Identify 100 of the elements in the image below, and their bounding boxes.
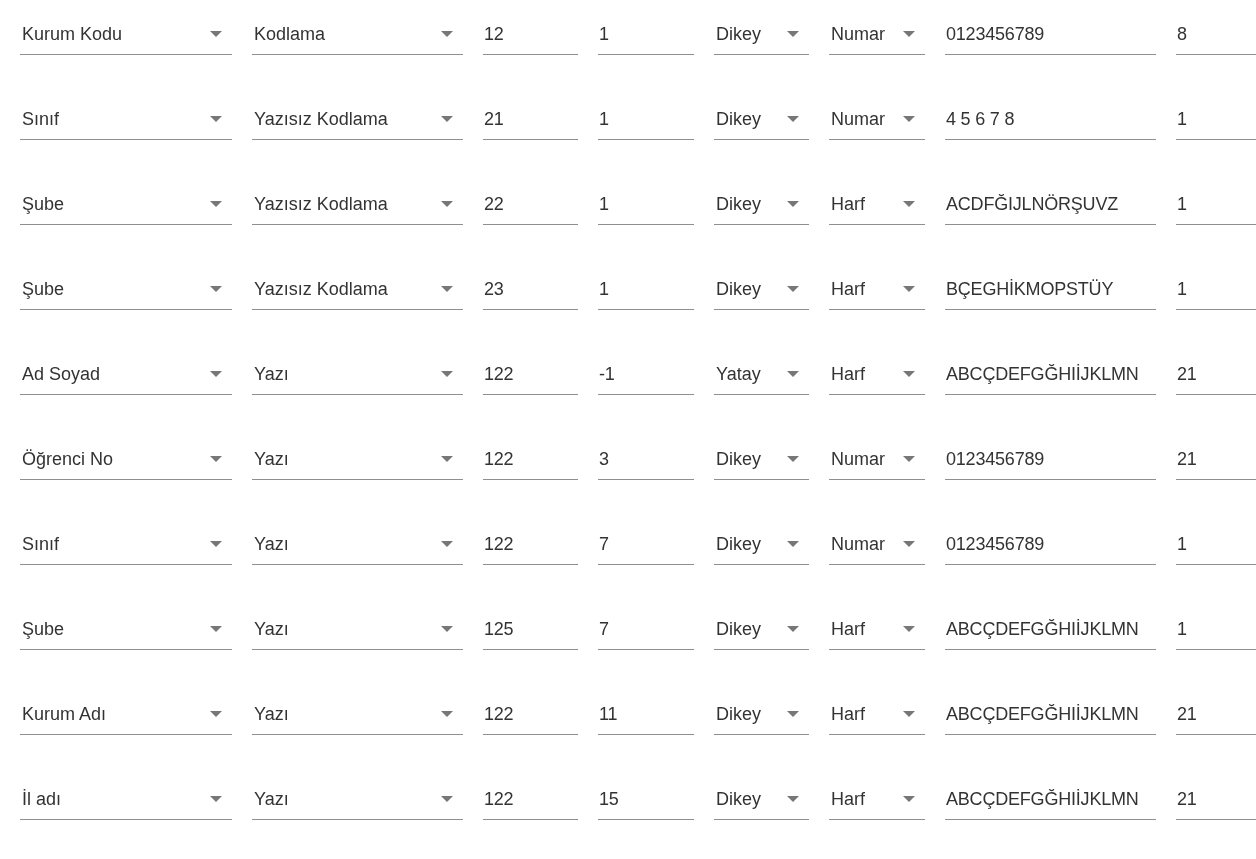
dropdown[interactable]: Kurum Adı (20, 694, 232, 735)
caret-icon (210, 201, 222, 207)
input-field[interactable]: 4 5 6 7 8 (945, 99, 1156, 140)
dropdown[interactable]: Harf (829, 694, 925, 735)
caret-icon (210, 796, 222, 802)
input-field[interactable]: 122 (483, 694, 578, 735)
input-field[interactable]: 122 (483, 439, 578, 480)
caret-icon (441, 626, 453, 632)
input-field[interactable]: ACDFĞIJLNÖRŞUVZ (945, 184, 1156, 225)
caret-icon (210, 286, 222, 292)
dropdown[interactable]: Yatay (714, 354, 809, 395)
caret-icon (903, 116, 915, 122)
dropdown[interactable]: Yazısız Kodlama (252, 184, 463, 225)
dropdown[interactable]: Yazı (252, 439, 463, 480)
dropdown[interactable]: Öğrenci No (20, 439, 232, 480)
input-field[interactable]: 125 (483, 609, 578, 650)
dropdown[interactable]: Harf (829, 184, 925, 225)
input-field[interactable]: 1 (598, 14, 694, 55)
input-field[interactable]: ABCÇDEFGĞHIİJKLMN (945, 694, 1156, 735)
dropdown[interactable]: Yazı (252, 354, 463, 395)
input-field[interactable]: 21 (1176, 439, 1256, 480)
input-field[interactable]: 1 (1176, 99, 1256, 140)
input-field[interactable]: 21 (1176, 354, 1256, 395)
caret-icon (441, 711, 453, 717)
input-field[interactable]: 1 (1176, 609, 1256, 650)
input-field[interactable]: ABCÇDEFGĞHIİJKLMN (945, 779, 1156, 820)
input-field[interactable]: 15 (598, 779, 694, 820)
dropdown[interactable]: Dikey (714, 779, 809, 820)
dropdown[interactable]: Dikey (714, 99, 809, 140)
input-field[interactable]: ABCÇDEFGĞHIİJKLMN (945, 609, 1156, 650)
dropdown[interactable]: Yazı (252, 609, 463, 650)
input-field[interactable]: ABCÇDEFGĞHIİJKLMN (945, 354, 1156, 395)
input-field[interactable]: 8 (1176, 14, 1256, 55)
caret-icon (210, 711, 222, 717)
dropdown[interactable]: Yazısız Kodlama (252, 99, 463, 140)
caret-icon (787, 201, 799, 207)
dropdown[interactable]: Şube (20, 269, 232, 310)
input-field[interactable]: 1 (598, 184, 694, 225)
caret-icon (787, 456, 799, 462)
dropdown[interactable]: Kurum Kodu (20, 14, 232, 55)
input-field[interactable]: 122 (483, 779, 578, 820)
input-field[interactable]: 7 (598, 609, 694, 650)
caret-icon (903, 711, 915, 717)
dropdown[interactable]: Numar (829, 99, 925, 140)
caret-icon (903, 31, 915, 37)
input-field[interactable]: 11 (598, 694, 694, 735)
input-field[interactable]: 1 (1176, 524, 1256, 565)
caret-icon (210, 116, 222, 122)
input-field[interactable]: 0123456789 (945, 524, 1156, 565)
dropdown[interactable]: Numar (829, 14, 925, 55)
caret-icon (210, 31, 222, 37)
input-field[interactable]: 122 (483, 524, 578, 565)
dropdown[interactable]: Harf (829, 779, 925, 820)
caret-icon (903, 286, 915, 292)
dropdown[interactable]: Dikey (714, 184, 809, 225)
dropdown[interactable]: Ad Soyad (20, 354, 232, 395)
dropdown[interactable]: Dikey (714, 609, 809, 650)
input-field[interactable]: 0123456789 (945, 14, 1156, 55)
input-field[interactable]: 1 (1176, 184, 1256, 225)
caret-icon (441, 116, 453, 122)
caret-icon (903, 626, 915, 632)
input-field[interactable]: -1 (598, 354, 694, 395)
input-field[interactable]: 21 (1176, 779, 1256, 820)
dropdown[interactable]: Sınıf (20, 99, 232, 140)
dropdown[interactable]: Dikey (714, 694, 809, 735)
dropdown[interactable]: Şube (20, 184, 232, 225)
dropdown[interactable]: Yazı (252, 694, 463, 735)
input-field[interactable]: 122 (483, 354, 578, 395)
input-field[interactable]: 7 (598, 524, 694, 565)
input-field[interactable]: 0123456789 (945, 439, 1156, 480)
input-field[interactable]: 12 (483, 14, 578, 55)
input-field[interactable]: BÇEGHİKMOPSTÜY (945, 269, 1156, 310)
input-field[interactable]: 1 (598, 99, 694, 140)
dropdown[interactable]: Şube (20, 609, 232, 650)
dropdown[interactable]: Harf (829, 354, 925, 395)
dropdown[interactable]: Harf (829, 269, 925, 310)
input-field[interactable]: 22 (483, 184, 578, 225)
input-field[interactable]: 23 (483, 269, 578, 310)
dropdown[interactable]: Numar (829, 439, 925, 480)
dropdown[interactable]: Dikey (714, 439, 809, 480)
dropdown[interactable]: Harf (829, 609, 925, 650)
input-field[interactable]: 3 (598, 439, 694, 480)
caret-icon (903, 371, 915, 377)
dropdown[interactable]: Kodlama (252, 14, 463, 55)
dropdown[interactable]: Sınıf (20, 524, 232, 565)
input-field[interactable]: 21 (483, 99, 578, 140)
caret-icon (210, 371, 222, 377)
dropdown[interactable]: Dikey (714, 269, 809, 310)
input-field[interactable]: 21 (1176, 694, 1256, 735)
dropdown[interactable]: Yazı (252, 779, 463, 820)
dropdown[interactable]: Dikey (714, 524, 809, 565)
dropdown[interactable]: İl adı (20, 779, 232, 820)
dropdown[interactable]: Numar (829, 524, 925, 565)
caret-icon (441, 541, 453, 547)
input-field[interactable]: 1 (598, 269, 694, 310)
caret-icon (441, 456, 453, 462)
dropdown[interactable]: Yazısız Kodlama (252, 269, 463, 310)
dropdown[interactable]: Dikey (714, 14, 809, 55)
dropdown[interactable]: Yazı (252, 524, 463, 565)
input-field[interactable]: 1 (1176, 269, 1256, 310)
